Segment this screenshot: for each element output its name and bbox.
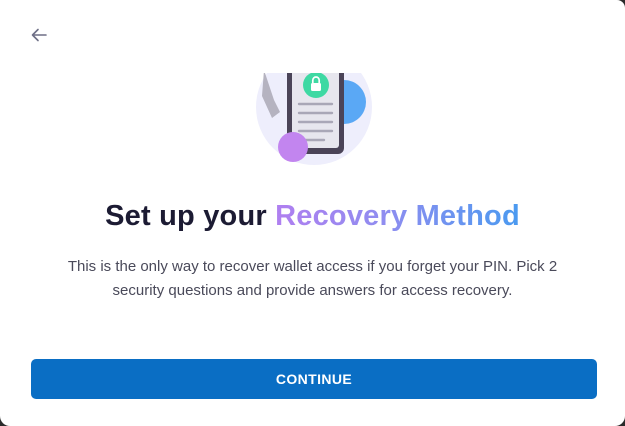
description-text: This is the only way to recover wallet a… bbox=[67, 258, 558, 299]
title-prefix: Set up your bbox=[105, 200, 267, 232]
continue-button[interactable]: CONTINUE bbox=[31, 359, 597, 399]
arrow-left-icon bbox=[31, 28, 47, 42]
title-highlight: Recovery Method bbox=[275, 200, 520, 232]
back-button[interactable] bbox=[28, 24, 50, 46]
phone-lock-illustration bbox=[250, 66, 380, 170]
page-title: Set up your Recovery Method bbox=[0, 200, 625, 233]
recovery-method-dialog: Set up your Recovery Method This is the … bbox=[0, 0, 625, 426]
phone-lock-icon bbox=[256, 73, 372, 165]
